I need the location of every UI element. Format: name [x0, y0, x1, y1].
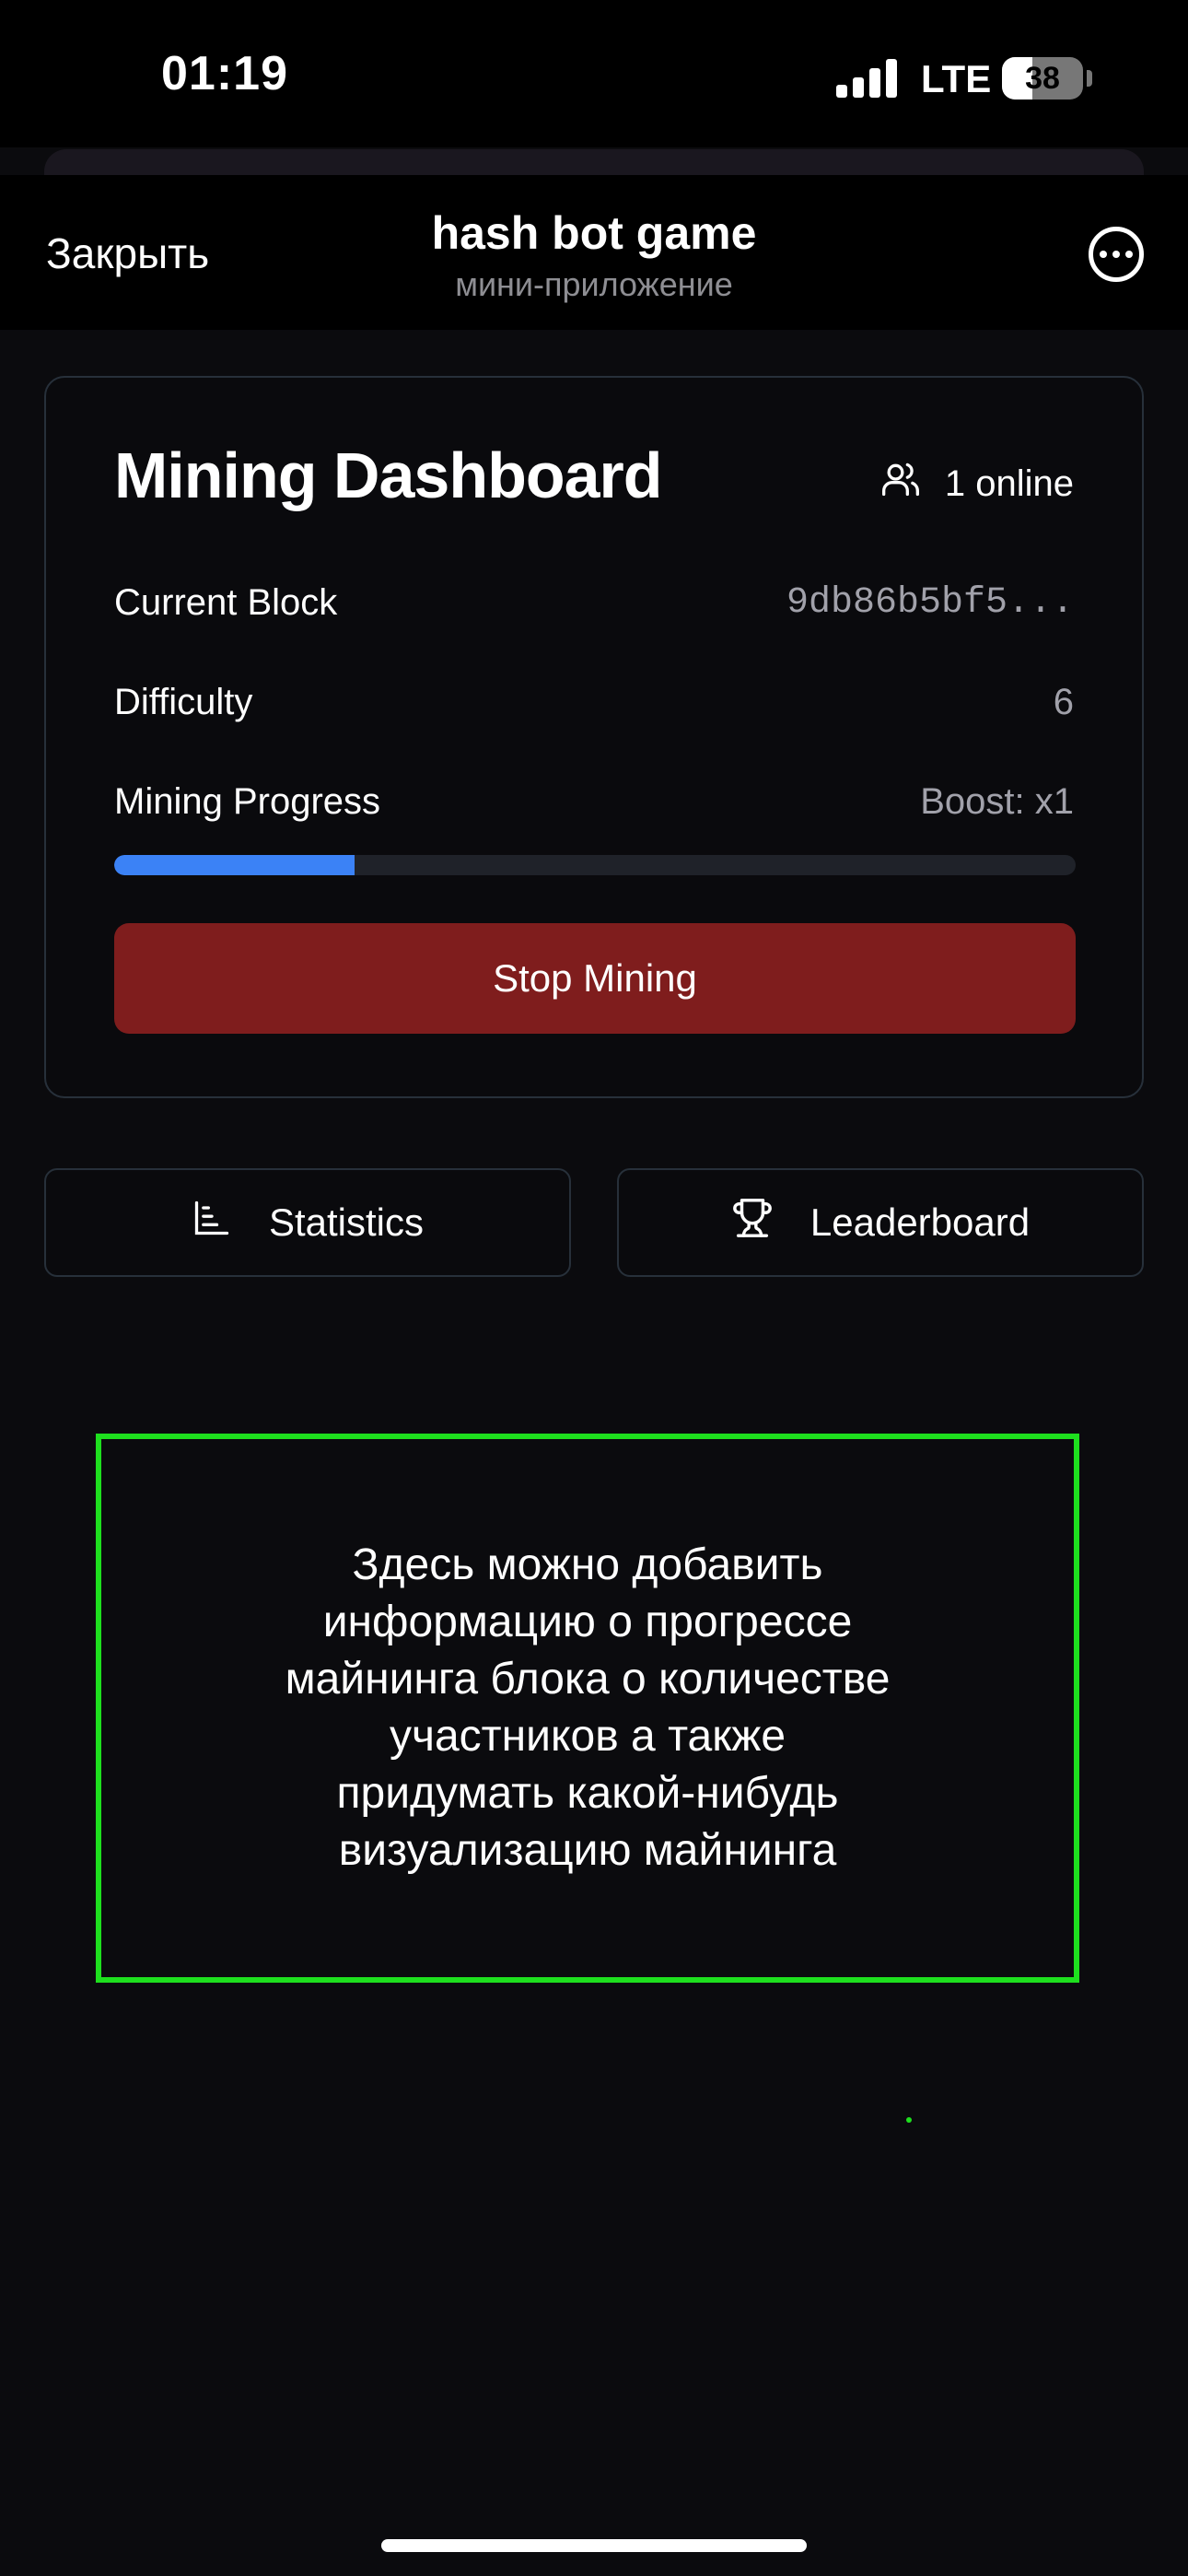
bar-chart-icon	[192, 1198, 232, 1247]
annotation-box: Здесь можно добавить информацию о прогре…	[96, 1434, 1079, 1983]
battery-icon: 38	[1002, 57, 1083, 100]
boost-label: Boost: x1	[920, 781, 1074, 822]
trophy-icon	[731, 1197, 774, 1248]
mining-dashboard-card: Mining Dashboard 1 online Current Block …	[44, 376, 1144, 1098]
online-indicator: 1 online	[880, 459, 1074, 509]
difficulty-label: Difficulty	[114, 682, 253, 722]
status-bar: 01:19 LTE 38	[0, 0, 1188, 147]
home-indicator[interactable]	[381, 2539, 807, 2552]
miniapp-header: Закрыть hash bot game мини-приложение	[0, 175, 1188, 330]
battery-level: 38	[1025, 60, 1060, 96]
battery-nub	[1087, 70, 1092, 87]
stop-mining-button[interactable]: Stop Mining	[114, 923, 1076, 1034]
mining-progress-label: Mining Progress	[114, 781, 381, 822]
app-subtitle: мини-приложение	[455, 265, 733, 303]
app-title: hash bot game	[431, 207, 757, 259]
more-dot	[1125, 251, 1133, 258]
current-block-label: Current Block	[114, 582, 338, 623]
statistics-button[interactable]: Statistics	[44, 1168, 571, 1277]
current-block-value: 9db86b5bf5...	[786, 582, 1074, 624]
annotation-text: Здесь можно добавить информацию о прогре…	[285, 1540, 891, 1875]
statistics-label: Statistics	[268, 1200, 425, 1244]
leaderboard-button[interactable]: Leaderboard	[617, 1168, 1144, 1277]
more-options-button[interactable]	[1089, 227, 1144, 282]
mining-progress-bar	[114, 855, 1076, 875]
more-dot	[1100, 251, 1107, 258]
more-dot	[1112, 251, 1120, 258]
status-time: 01:19	[161, 47, 288, 100]
leaderboard-label: Leaderboard	[809, 1200, 1031, 1244]
difficulty-value: 6	[1053, 682, 1074, 722]
mining-progress-fill	[114, 855, 355, 875]
online-count: 1 online	[944, 463, 1074, 504]
dashboard-title: Mining Dashboard	[114, 439, 663, 511]
users-icon	[880, 459, 921, 509]
green-dot	[906, 2117, 912, 2123]
signal-icon	[836, 57, 897, 98]
network-type: LTE	[921, 57, 992, 100]
